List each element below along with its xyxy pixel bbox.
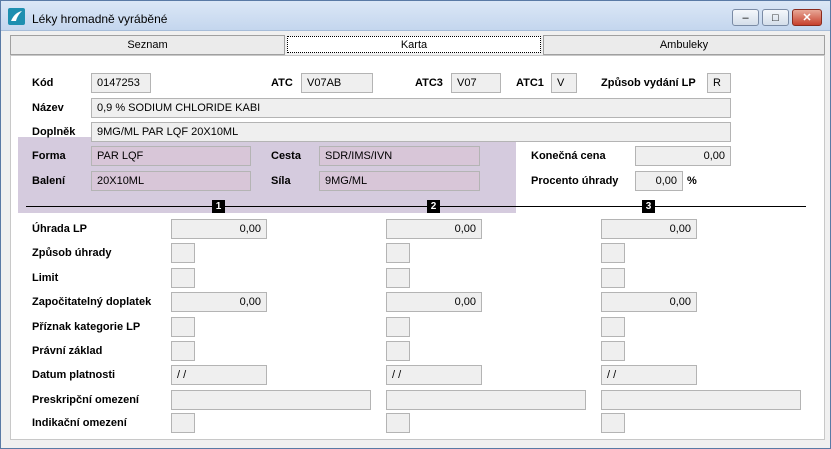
doplnek-field[interactable]: 9MG/ML PAR LQF 20X10ML [91, 122, 731, 142]
pravni-zaklad-field[interactable] [171, 341, 195, 361]
procento-uhrady-label: Procento úhrady [531, 175, 619, 187]
pravni-zaklad-label: Právní základ [32, 345, 103, 357]
procento-uhrady-field[interactable]: 0,00 [635, 171, 683, 191]
sila-label: Síla [271, 175, 291, 187]
baleni-label: Balení [32, 175, 66, 187]
pravni-zaklad-field[interactable] [601, 341, 625, 361]
tab-bar: Seznam Karta Ambuleky [10, 35, 825, 55]
zpusob-uhrady-field[interactable] [386, 243, 410, 263]
cesta-field[interactable]: SDR/IMS/IVN [319, 146, 480, 166]
preskripcni-omezeni-field[interactable] [386, 390, 586, 410]
indikacni-omezeni-field[interactable] [386, 413, 410, 433]
limit-field[interactable] [386, 268, 410, 288]
priznak-field[interactable] [171, 317, 195, 337]
tab-label: Karta [400, 39, 428, 51]
pravni-zaklad-field[interactable] [386, 341, 410, 361]
nazev-label: Název [32, 102, 64, 114]
window-title: Léky hromadně vyráběné [32, 12, 168, 26]
konecna-cena-field[interactable]: 0,00 [635, 146, 731, 166]
maximize-button[interactable]: □ [762, 9, 789, 26]
sila-field[interactable]: 9MG/ML [319, 171, 480, 191]
uhrada-lp-field[interactable]: 0,00 [386, 219, 482, 239]
tab-karta[interactable]: Karta [287, 36, 541, 53]
priznak-field[interactable] [601, 317, 625, 337]
atc-field[interactable]: V07AB [301, 73, 373, 93]
priznak-field[interactable] [386, 317, 410, 337]
close-icon: ✕ [802, 12, 812, 24]
priznak-kategorie-label: Příznak kategorie LP [32, 321, 141, 333]
maximize-icon: □ [772, 11, 779, 24]
section-separator [26, 206, 806, 207]
zpusob-vydani-label: Způsob vydání LP [601, 77, 696, 89]
tab-label: Seznam [127, 39, 168, 51]
nazev-field[interactable]: 0,9 % SODIUM CHLORIDE KABI [91, 98, 731, 118]
doplatek-field[interactable]: 0,00 [386, 292, 482, 312]
zapocitatelny-doplatek-label: Započitatelný doplatek [32, 296, 152, 308]
preskripcni-omezeni-field[interactable] [601, 390, 801, 410]
indikacni-omezeni-field[interactable] [171, 413, 195, 433]
forma-field[interactable]: PAR LQF [91, 146, 251, 166]
kod-label: Kód [32, 77, 54, 89]
tab-ambulky[interactable]: Ambuleky [543, 35, 825, 55]
doplnek-label: Doplněk [32, 126, 76, 138]
minimize-button[interactable]: – [732, 9, 759, 26]
indikacni-omezeni-field[interactable] [601, 413, 625, 433]
column-3-marker: 3 [642, 200, 655, 213]
datum-platnosti-field[interactable]: / / [171, 365, 267, 385]
datum-platnosti-field[interactable]: / / [601, 365, 697, 385]
uhrada-lp-field[interactable]: 0,00 [171, 219, 267, 239]
doplatek-field[interactable]: 0,00 [601, 292, 697, 312]
zpusob-uhrady-field[interactable] [601, 243, 625, 263]
preskripcni-omezeni-label: Preskripční omezení [32, 394, 139, 406]
baleni-field[interactable]: 20X10ML [91, 171, 251, 191]
doplatek-field[interactable]: 0,00 [171, 292, 267, 312]
atc1-field[interactable]: V [551, 73, 577, 93]
datum-platnosti-field[interactable]: / / [386, 365, 482, 385]
atc-label: ATC [271, 77, 293, 89]
limit-field[interactable] [171, 268, 195, 288]
cesta-label: Cesta [271, 150, 301, 162]
limit-field[interactable] [601, 268, 625, 288]
app-logo-icon [8, 8, 25, 25]
konecna-cena-label: Konečná cena [531, 150, 606, 162]
uhrada-lp-label: Úhrada LP [32, 223, 88, 235]
close-button[interactable]: ✕ [792, 9, 822, 26]
zpusob-vydani-field[interactable]: R [707, 73, 731, 93]
datum-platnosti-label: Datum platnosti [32, 369, 116, 381]
uhrada-lp-field[interactable]: 0,00 [601, 219, 697, 239]
column-1-marker: 1 [212, 200, 225, 213]
kod-field[interactable]: 0147253 [91, 73, 151, 93]
app-window: Léky hromadně vyráběné – □ ✕ Seznam Kart… [0, 0, 831, 449]
column-2-marker: 2 [427, 200, 440, 213]
limit-label: Limit [32, 272, 59, 284]
title-bar[interactable]: Léky hromadně vyráběné – □ ✕ [1, 1, 830, 31]
tab-seznam[interactable]: Seznam [10, 35, 285, 55]
zpusob-uhrady-label: Způsob úhrady [32, 247, 112, 259]
forma-label: Forma [32, 150, 66, 162]
indikacni-omezeni-label: Indikační omezení [32, 417, 127, 429]
preskripcni-omezeni-field[interactable] [171, 390, 371, 410]
minimize-icon: – [742, 11, 749, 24]
atc3-field[interactable]: V07 [451, 73, 501, 93]
atc3-label: ATC3 [415, 77, 443, 89]
atc1-label: ATC1 [516, 77, 544, 89]
tab-label: Ambuleky [659, 39, 709, 51]
zpusob-uhrady-field[interactable] [171, 243, 195, 263]
percent-sign: % [687, 175, 697, 187]
